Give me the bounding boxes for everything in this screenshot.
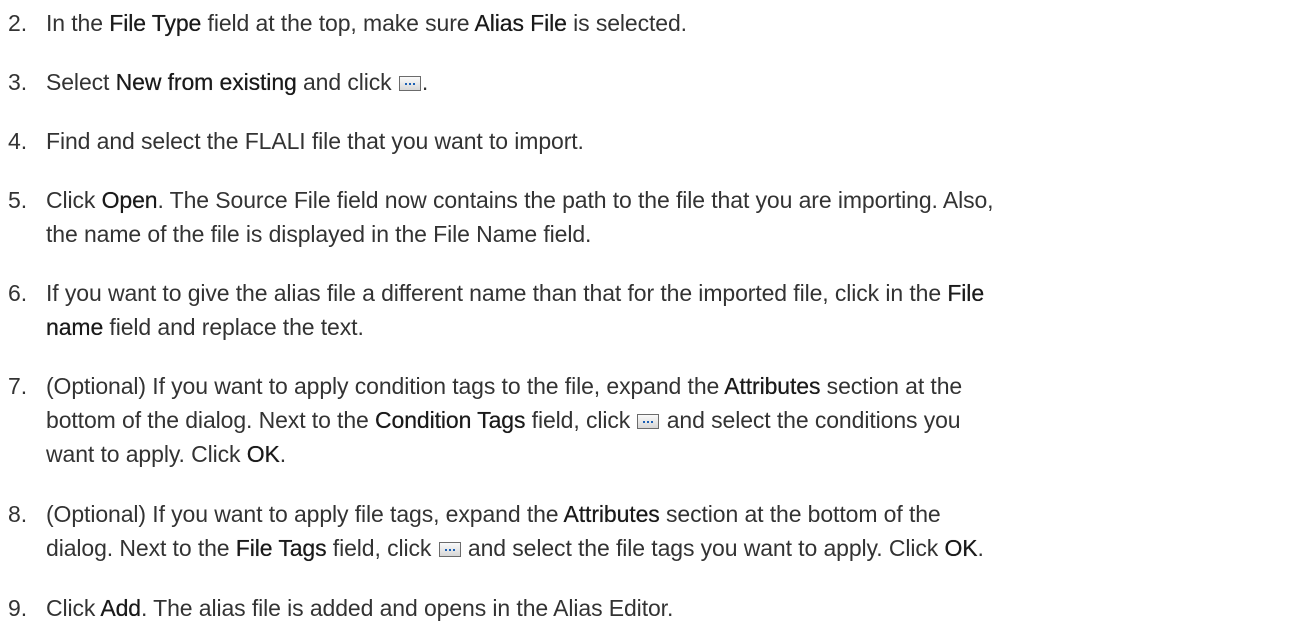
step-3: 3. Select New from existing and click .: [8, 65, 1293, 99]
step-text: Click: [46, 187, 102, 213]
keyword-condition-tags: Condition Tags: [375, 407, 526, 433]
step-4: 4. Find and select the FLALI file that y…: [8, 124, 1293, 158]
step-text: (Optional) If you want to apply file tag…: [46, 501, 564, 527]
step-text: and select the file tags you want to app…: [461, 535, 945, 561]
step-text: bottom of the dialog. Next to the: [46, 407, 376, 433]
keyword-file: File: [947, 280, 985, 306]
keyword-ok: OK: [246, 441, 280, 467]
step-text: Click: [46, 595, 101, 621]
step-text: want to apply. Click: [46, 441, 247, 467]
step-text: In the: [46, 10, 110, 36]
step-number: 4.: [8, 128, 28, 154]
step-text: Find and select the FLALI file that you …: [46, 128, 584, 154]
keyword-new-from-existing: New from existing: [115, 69, 297, 95]
step-number: 2.: [8, 10, 28, 36]
step-6: 6. If you want to give the alias file a …: [8, 276, 1293, 344]
step-8: 8. (Optional) If you want to apply file …: [8, 497, 1293, 565]
step-5: 5. Click Open. The Source File field now…: [8, 183, 1293, 251]
step-text: dialog. Next to the: [46, 535, 236, 561]
step-text: field, click: [326, 535, 438, 561]
keyword-attributes: Attributes: [563, 501, 660, 527]
step-text: Select: [46, 69, 116, 95]
step-text: .: [421, 69, 429, 95]
step-text: .: [977, 535, 984, 561]
step-9: 9. Click Add. The alias file is added an…: [8, 591, 1293, 625]
step-2: 2. In the File Type field at the top, ma…: [8, 6, 1293, 40]
step-text: (Optional) If you want to apply conditio…: [46, 373, 725, 399]
step-number: 9.: [8, 595, 28, 621]
step-number: 8.: [8, 501, 28, 527]
step-text: field, click: [525, 407, 637, 433]
ellipsis-button-icon: [398, 76, 421, 91]
step-text: and select the conditions you: [660, 407, 961, 433]
keyword-attributes: Attributes: [724, 373, 821, 399]
step-7: 7. (Optional) If you want to apply condi…: [8, 369, 1293, 471]
keyword-add: Add: [100, 595, 141, 621]
keyword-ok: OK: [944, 535, 978, 561]
step-text: . The Source File field now contains the…: [157, 187, 994, 213]
step-number: 6.: [8, 280, 28, 306]
keyword-alias-file: Alias File: [474, 10, 567, 36]
step-text: and click: [296, 69, 398, 95]
step-text: If you want to give the alias file a dif…: [46, 280, 948, 306]
step-text: section at the bottom of the: [659, 501, 941, 527]
step-text: the name of the file is displayed in the…: [46, 221, 592, 247]
step-text: . The alias file is added and opens in t…: [140, 595, 674, 621]
step-number: 5.: [8, 187, 28, 213]
step-number: 3.: [8, 69, 28, 95]
keyword-file-type: File Type: [109, 10, 202, 36]
step-text: field and replace the text.: [103, 314, 364, 340]
keyword-open: Open: [101, 187, 158, 213]
step-text: section at the: [820, 373, 963, 399]
keyword-name: name: [46, 314, 104, 340]
ellipsis-button-icon: [637, 414, 660, 429]
step-text: field at the top, make sure: [201, 10, 475, 36]
step-number: 7.: [8, 373, 28, 399]
step-text: is selected.: [566, 10, 687, 36]
keyword-file-tags: File Tags: [235, 535, 327, 561]
step-text: .: [279, 441, 287, 467]
ellipsis-button-icon: [438, 542, 461, 557]
